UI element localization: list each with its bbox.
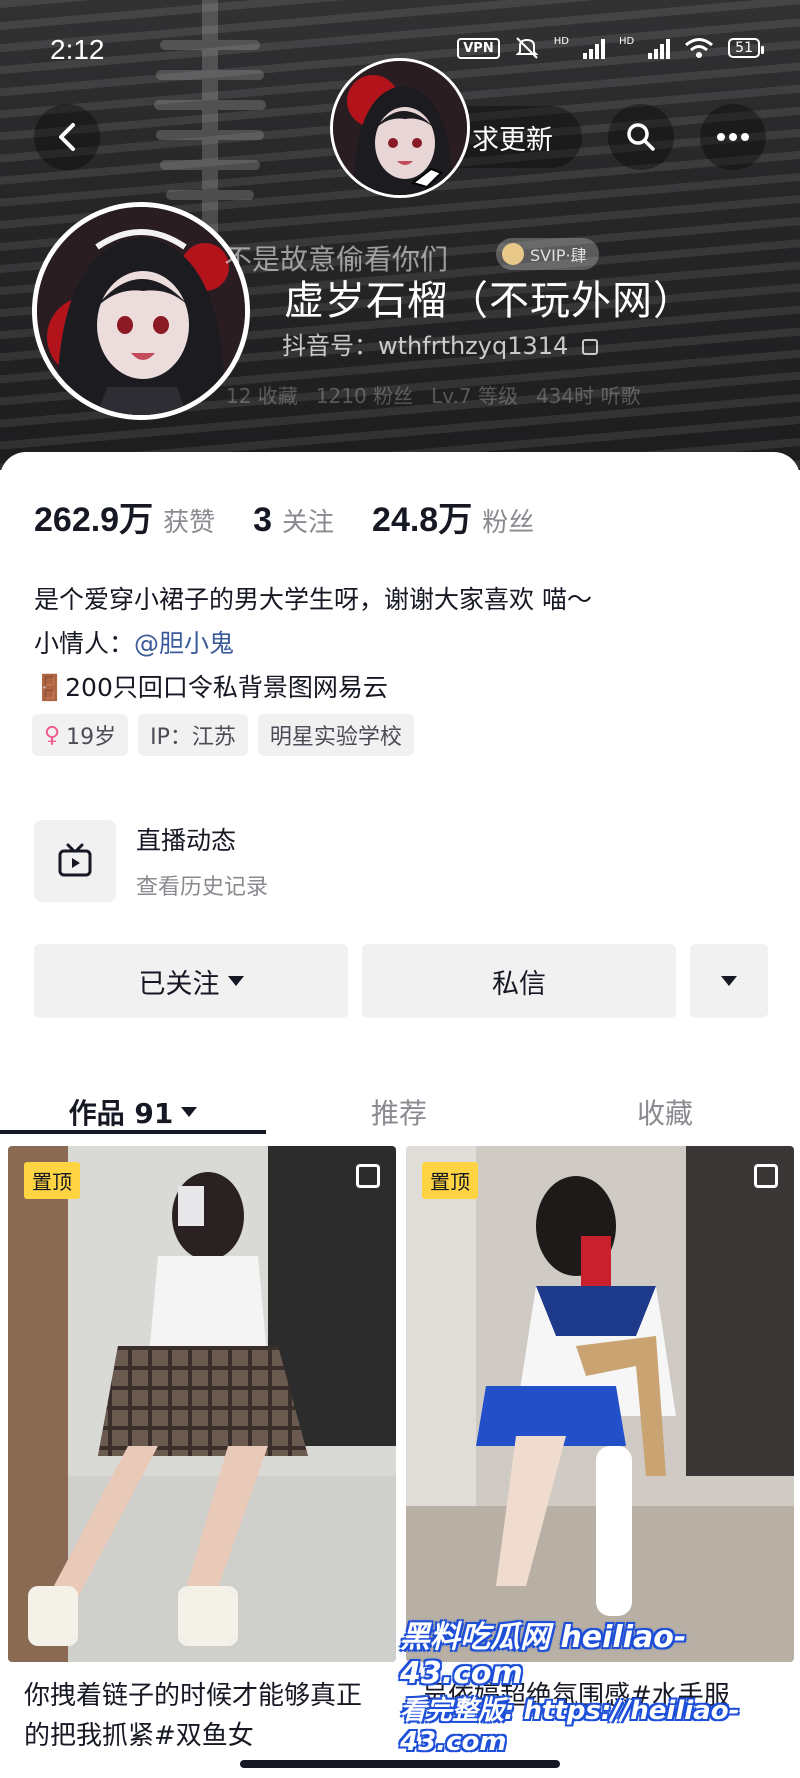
pinned-badge: 置顶: [24, 1162, 80, 1199]
followed-button[interactable]: 已关注: [34, 944, 348, 1018]
hd-badge: HD: [618, 36, 635, 47]
following-count[interactable]: 3: [253, 501, 272, 540]
female-icon: ♀: [44, 722, 61, 748]
signal-icon: [648, 37, 671, 59]
search-icon: [627, 123, 655, 151]
more-actions-button[interactable]: [690, 944, 768, 1018]
search-button[interactable]: [608, 104, 674, 170]
live-title: 直播动态: [136, 826, 237, 855]
mini-avatar[interactable]: [330, 58, 470, 198]
vpn-icon: VPN: [457, 37, 500, 59]
wifi-icon: [685, 38, 714, 58]
followers-label: 粉丝: [482, 508, 535, 538]
tab-underline: [0, 1130, 266, 1134]
video-tile[interactable]: 置顶 你拽着链子的时候才能够真正的把我抓紧#双鱼女: [8, 1146, 396, 1762]
profile-tags: ♀ 19岁 IP：江苏 明星实验学校: [32, 714, 414, 756]
svip-label: SVIP·肆: [530, 246, 587, 265]
watermark-url: 看完整版: https://heiliao-43.com: [400, 1696, 740, 1757]
message-button[interactable]: 私信: [362, 944, 676, 1018]
age-label: 19岁: [66, 725, 117, 750]
bio-line: 小情人：@胆小鬼: [34, 622, 592, 666]
svip-icon: [502, 243, 524, 265]
background-stat: 1210 粉丝: [315, 384, 414, 408]
followed-label: 已关注: [138, 968, 220, 1000]
more-button[interactable]: [700, 104, 766, 170]
followers-count[interactable]: 24.8万: [372, 492, 472, 541]
background-stat: 434时 听歌: [535, 384, 641, 408]
more-dots-icon: [717, 133, 749, 141]
status-time: 2:12: [50, 34, 105, 65]
profile-nickname: 虚岁石榴（不玩外网）: [284, 278, 694, 324]
action-buttons: 已关注 私信: [34, 944, 768, 1018]
svip-badge[interactable]: SVIP·肆: [496, 238, 599, 270]
ip-tag: IP：江苏: [138, 714, 248, 756]
mention-link[interactable]: @胆小鬼: [134, 629, 234, 658]
following-label: 关注: [282, 508, 335, 538]
video-thumbnail-image: [406, 1146, 794, 1662]
content-tabs: 作品 91 推荐 收藏: [0, 1072, 800, 1152]
tab-favorites[interactable]: 收藏: [532, 1072, 798, 1152]
mute-icon: [515, 37, 539, 59]
bio-prefix: 小情人：: [34, 629, 135, 658]
caret-down-icon: [227, 976, 244, 986]
multi-image-icon: [356, 1164, 380, 1188]
background-stats: 12 收藏 1210 粉丝 Lv.7 等级 434时 听歌: [226, 380, 640, 409]
bio-line: 🚪200只回口令私背景图网易云: [34, 673, 388, 702]
caret-down-icon: [181, 1107, 198, 1117]
likes-count[interactable]: 262.9万: [34, 492, 153, 541]
video-thumbnail: 置顶: [406, 1146, 794, 1662]
video-caption: 你拽着链子的时候才能够真正的把我抓紧#双鱼女: [24, 1681, 363, 1751]
live-subtitle: 查看历史记录: [136, 875, 269, 900]
profile-bio: 是个爱穿小裙子的男大学生呀，谢谢大家喜欢 喵～ 小情人：@胆小鬼 🚪200只回口…: [34, 578, 592, 710]
signal-icon: [582, 37, 605, 59]
douyin-id[interactable]: 抖音号：wthfrthzyq1314: [282, 326, 598, 361]
chevron-left-icon: [59, 123, 75, 151]
request-update-label: 求更新: [472, 124, 553, 156]
multi-image-icon: [754, 1164, 778, 1188]
likes-label: 获赞: [163, 508, 216, 538]
status-icons: VPN HD HD 51: [457, 36, 764, 60]
home-indicator[interactable]: [240, 1760, 560, 1768]
school-tag[interactable]: 明星实验学校: [257, 714, 414, 756]
hd-badge: HD: [553, 36, 569, 47]
profile-avatar[interactable]: [32, 202, 250, 420]
bio-line: 是个爱穿小裙子的男大学生呀，谢谢大家喜欢 喵～: [34, 585, 592, 614]
copy-icon[interactable]: [581, 339, 598, 355]
live-history-entry[interactable]: 直播动态 查看历史记录: [34, 820, 268, 902]
caret-down-icon: [721, 976, 737, 986]
age-tag: ♀ 19岁: [32, 714, 129, 756]
tab-works[interactable]: 作品 91: [0, 1072, 266, 1152]
tv-icon: [34, 820, 116, 902]
video-thumbnail-image: [8, 1146, 396, 1662]
profile-card: 262.9万 获赞 3 关注 24.8万 粉丝 是个爱穿小裙子的男大学生呀，谢谢…: [0, 452, 800, 1778]
tab-works-label: 作品 91: [68, 1097, 174, 1130]
tab-recommend[interactable]: 推荐: [266, 1072, 532, 1152]
douyin-id-text: 抖音号：wthfrthzyq1314: [282, 332, 569, 360]
avatar-illustration: [333, 61, 467, 195]
background-stat: Lv.7 等级: [431, 384, 518, 408]
background-stat: 12 收藏: [226, 384, 298, 408]
video-thumbnail: 置顶: [8, 1146, 396, 1662]
watermark-text: 黑料吃瓜网 heiliao-43.com: [400, 1620, 687, 1691]
pinned-badge: 置顶: [422, 1162, 478, 1199]
avatar-illustration: [37, 207, 245, 415]
battery-icon: 51: [728, 38, 764, 58]
profile-stats: 262.9万 获赞 3 关注 24.8万 粉丝: [34, 492, 562, 541]
back-button[interactable]: [34, 104, 100, 170]
